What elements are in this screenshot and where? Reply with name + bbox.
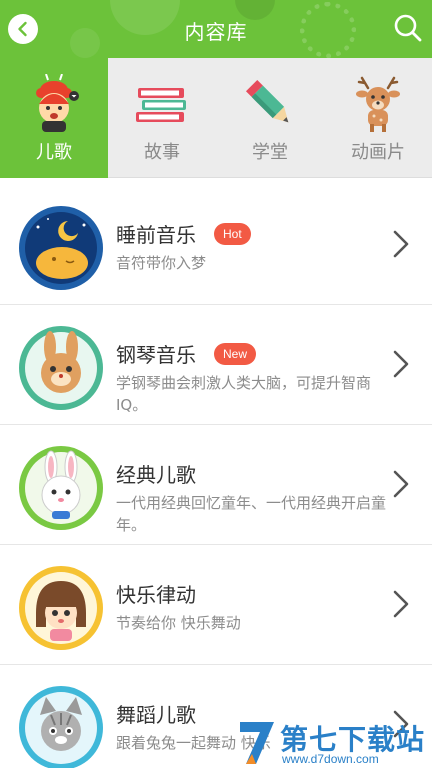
singing-doll-icon bbox=[36, 74, 79, 132]
deer-icon bbox=[356, 76, 400, 132]
search-icon[interactable] bbox=[392, 12, 424, 44]
item-title: 睡前音乐 bbox=[116, 223, 196, 247]
tab-label: 学堂 bbox=[252, 142, 288, 163]
sleeping-moon-icon bbox=[19, 206, 103, 290]
list-item[interactable]: 睡前音乐 Hot 音符带你入梦 bbox=[0, 185, 432, 305]
chevron-right-icon[interactable] bbox=[392, 589, 410, 619]
item-description: 学钢琴曲会刺激人类大脑，可提升智商IQ。 bbox=[116, 374, 372, 414]
chevron-right-icon[interactable] bbox=[392, 229, 410, 259]
chevron-right-icon[interactable] bbox=[392, 469, 410, 499]
gray-cat-icon bbox=[19, 686, 103, 768]
item-description: 节奏给你 快乐舞动 bbox=[116, 614, 241, 632]
tab-label: 儿歌 bbox=[36, 142, 72, 163]
content-list: 睡前音乐 Hot 音符带你入梦 钢琴音乐 New 学钢琴曲会刺激人类大脑，可提升… bbox=[0, 185, 432, 768]
item-title: 钢琴音乐 bbox=[116, 343, 196, 367]
books-icon bbox=[136, 88, 186, 122]
item-description: 一代用经典回忆童年、一代用经典开启童年。 bbox=[116, 494, 387, 534]
white-bunny-icon bbox=[19, 446, 103, 530]
page-title: 内容库 bbox=[184, 20, 248, 44]
watermark-logo-icon bbox=[240, 722, 274, 764]
watermark: 第七下载站 www.d7down.com bbox=[238, 716, 432, 768]
item-title: 经典儿歌 bbox=[116, 463, 196, 487]
tab-label: 故事 bbox=[144, 142, 180, 163]
tab-label: 动画片 bbox=[351, 142, 405, 163]
watermark-url: www.d7down.com bbox=[282, 752, 379, 766]
list-item[interactable]: 钢琴音乐 New 学钢琴曲会刺激人类大脑，可提升智商IQ。 bbox=[0, 305, 432, 425]
rabbit-cartoon-icon bbox=[19, 326, 103, 410]
tab-school[interactable]: 学堂 bbox=[216, 58, 324, 178]
new-badge: New bbox=[214, 343, 257, 365]
tab-children-songs[interactable]: 儿歌 bbox=[0, 58, 108, 178]
tab-stories[interactable]: 故事 bbox=[108, 58, 216, 178]
hot-badge: Hot bbox=[214, 223, 251, 245]
top-bar: 内容库 bbox=[0, 0, 432, 58]
list-item[interactable]: 经典儿歌 一代用经典回忆童年、一代用经典开启童年。 bbox=[0, 425, 432, 545]
list-item[interactable]: 快乐律动 节奏给你 快乐舞动 bbox=[0, 545, 432, 665]
girl-cartoon-icon bbox=[19, 566, 103, 650]
item-title: 舞蹈儿歌 bbox=[116, 703, 196, 727]
tab-cartoons[interactable]: 动画片 bbox=[324, 58, 432, 178]
item-title: 快乐律动 bbox=[116, 583, 196, 607]
chevron-right-icon[interactable] bbox=[392, 349, 410, 379]
pencil-icon bbox=[245, 79, 289, 123]
category-tabs: 儿歌 故事 学堂 动画片 bbox=[0, 58, 432, 178]
item-description: 音符带你入梦 bbox=[116, 254, 207, 272]
